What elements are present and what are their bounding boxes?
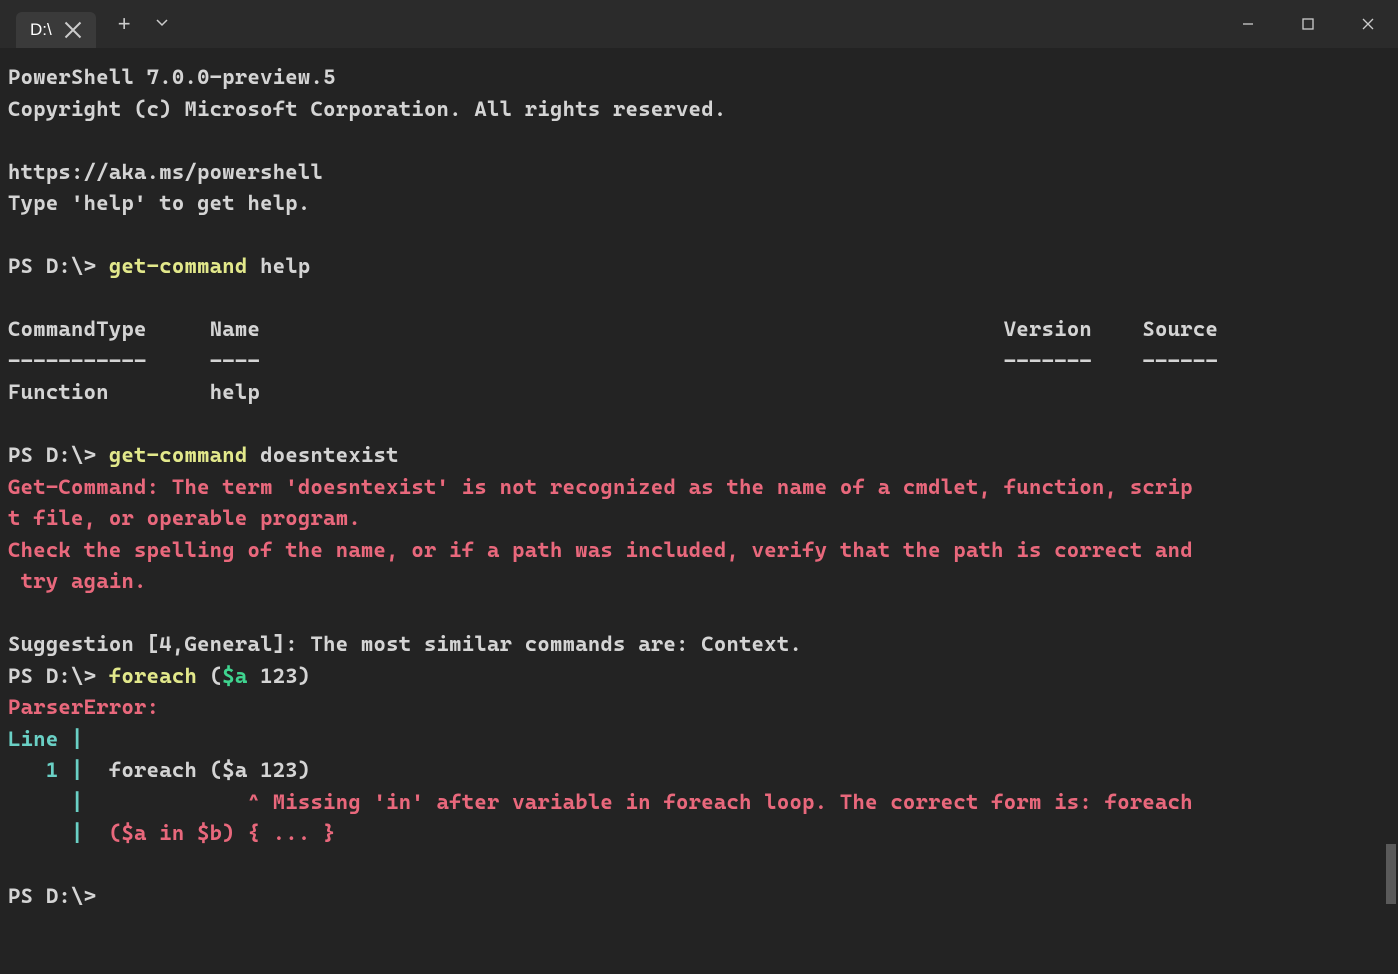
terminal-content[interactable]: PowerShell 7.0.0-preview.5 Copyright (c)… (0, 48, 1398, 974)
close-window-button[interactable] (1338, 0, 1398, 48)
cmd3-var: $a (222, 664, 247, 688)
line-pipe: | (8, 790, 96, 814)
new-tab-button[interactable]: + (104, 11, 145, 37)
prompt: PS D:\> (8, 254, 109, 278)
table-row: Function help (8, 380, 260, 404)
cmd3-rest: 123) (248, 664, 311, 688)
tab-active[interactable]: D:\ (16, 12, 96, 48)
th-divider: ----------- ---- ------- ------ (8, 349, 1218, 373)
cmd2-arg: doesntexist (248, 443, 399, 467)
error-line: try again. (8, 569, 147, 593)
tab-dropdown-button[interactable] (145, 15, 179, 33)
prompt: PS D:\> (8, 443, 109, 467)
tabs-area: D:\ + (0, 0, 179, 48)
titlebar: D:\ + (0, 0, 1398, 48)
terminal-window: D:\ + PowerShell 7.0.0-preview.5 Copyrig… (0, 0, 1398, 974)
cmd1-arg: help (248, 254, 311, 278)
ps-url: https://aka.ms/powershell (8, 160, 323, 184)
parser-error: ParserError: (8, 695, 172, 719)
scrollbar-thumb[interactable] (1386, 844, 1396, 904)
error-line: Check the spelling of the name, or if a … (8, 538, 1193, 562)
close-tab-icon[interactable] (64, 21, 82, 39)
final-prompt: PS D:\> (8, 884, 96, 908)
copyright: Copyright (c) Microsoft Corporation. All… (8, 97, 726, 121)
help-hint: Type 'help' to get help. (8, 191, 311, 215)
ps-version: PowerShell 7.0.0-preview.5 (8, 65, 336, 89)
line-num: 1 | (8, 758, 96, 782)
error-line: t file, or operable program. (8, 506, 361, 530)
parse-caret: ^ Missing 'in' after variable in foreach… (96, 790, 1193, 814)
cmd1-name: get-command (109, 254, 248, 278)
parse-cont: ($a in $b) { ... } (96, 821, 336, 845)
cmd3-paren: ( (197, 664, 222, 688)
th-commandtype: CommandType Name Version Source (8, 317, 1218, 341)
cmd2-name: get-command (109, 443, 248, 467)
cmd3-foreach: foreach (109, 664, 197, 688)
minimize-button[interactable] (1218, 0, 1278, 48)
error-line: Get-Command: The term 'doesntexist' is n… (8, 475, 1193, 499)
line-pipe: | (8, 821, 96, 845)
tab-title: D:\ (30, 20, 52, 40)
suggestion: Suggestion [4,General]: The most similar… (8, 632, 802, 656)
line-header: Line | (8, 727, 84, 751)
parse-code: foreach ($a 123) (96, 758, 310, 782)
prompt: PS D:\> (8, 664, 109, 688)
maximize-button[interactable] (1278, 0, 1338, 48)
window-controls (1218, 0, 1398, 48)
